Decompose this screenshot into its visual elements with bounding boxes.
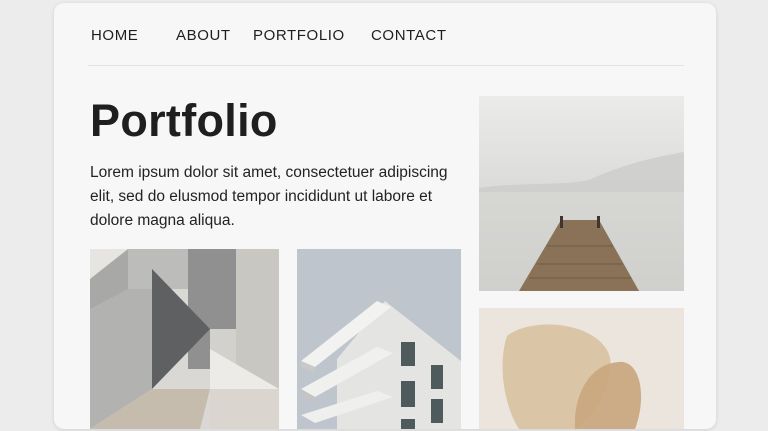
gallery-image-geometric[interactable]: [90, 249, 279, 429]
modern-building-image: [297, 249, 461, 429]
portfolio-card: HOME ABOUT PORTFOLIO CONTACT Portfolio L…: [54, 3, 716, 429]
foggy-lake-pier-image: [479, 96, 684, 291]
top-nav: HOME ABOUT PORTFOLIO CONTACT: [54, 3, 716, 65]
overlapping-shapes-image: [479, 308, 684, 429]
nav-divider: [88, 65, 684, 66]
gallery-image-shapes[interactable]: [479, 308, 684, 429]
gallery-image-building[interactable]: [297, 249, 461, 429]
intro-text: Lorem ipsum dolor sit amet, consectetuer…: [90, 164, 448, 229]
nav-portfolio-link[interactable]: PORTFOLIO: [253, 27, 345, 44]
nav-about-link[interactable]: ABOUT: [176, 27, 231, 44]
nav-contact-link[interactable]: CONTACT: [371, 27, 447, 44]
gallery-image-lake-pier[interactable]: [479, 96, 684, 291]
nav-home-link[interactable]: HOME: [91, 27, 138, 44]
geometric-abstract-image: [90, 249, 279, 429]
page-title: Portfolio: [90, 95, 278, 146]
